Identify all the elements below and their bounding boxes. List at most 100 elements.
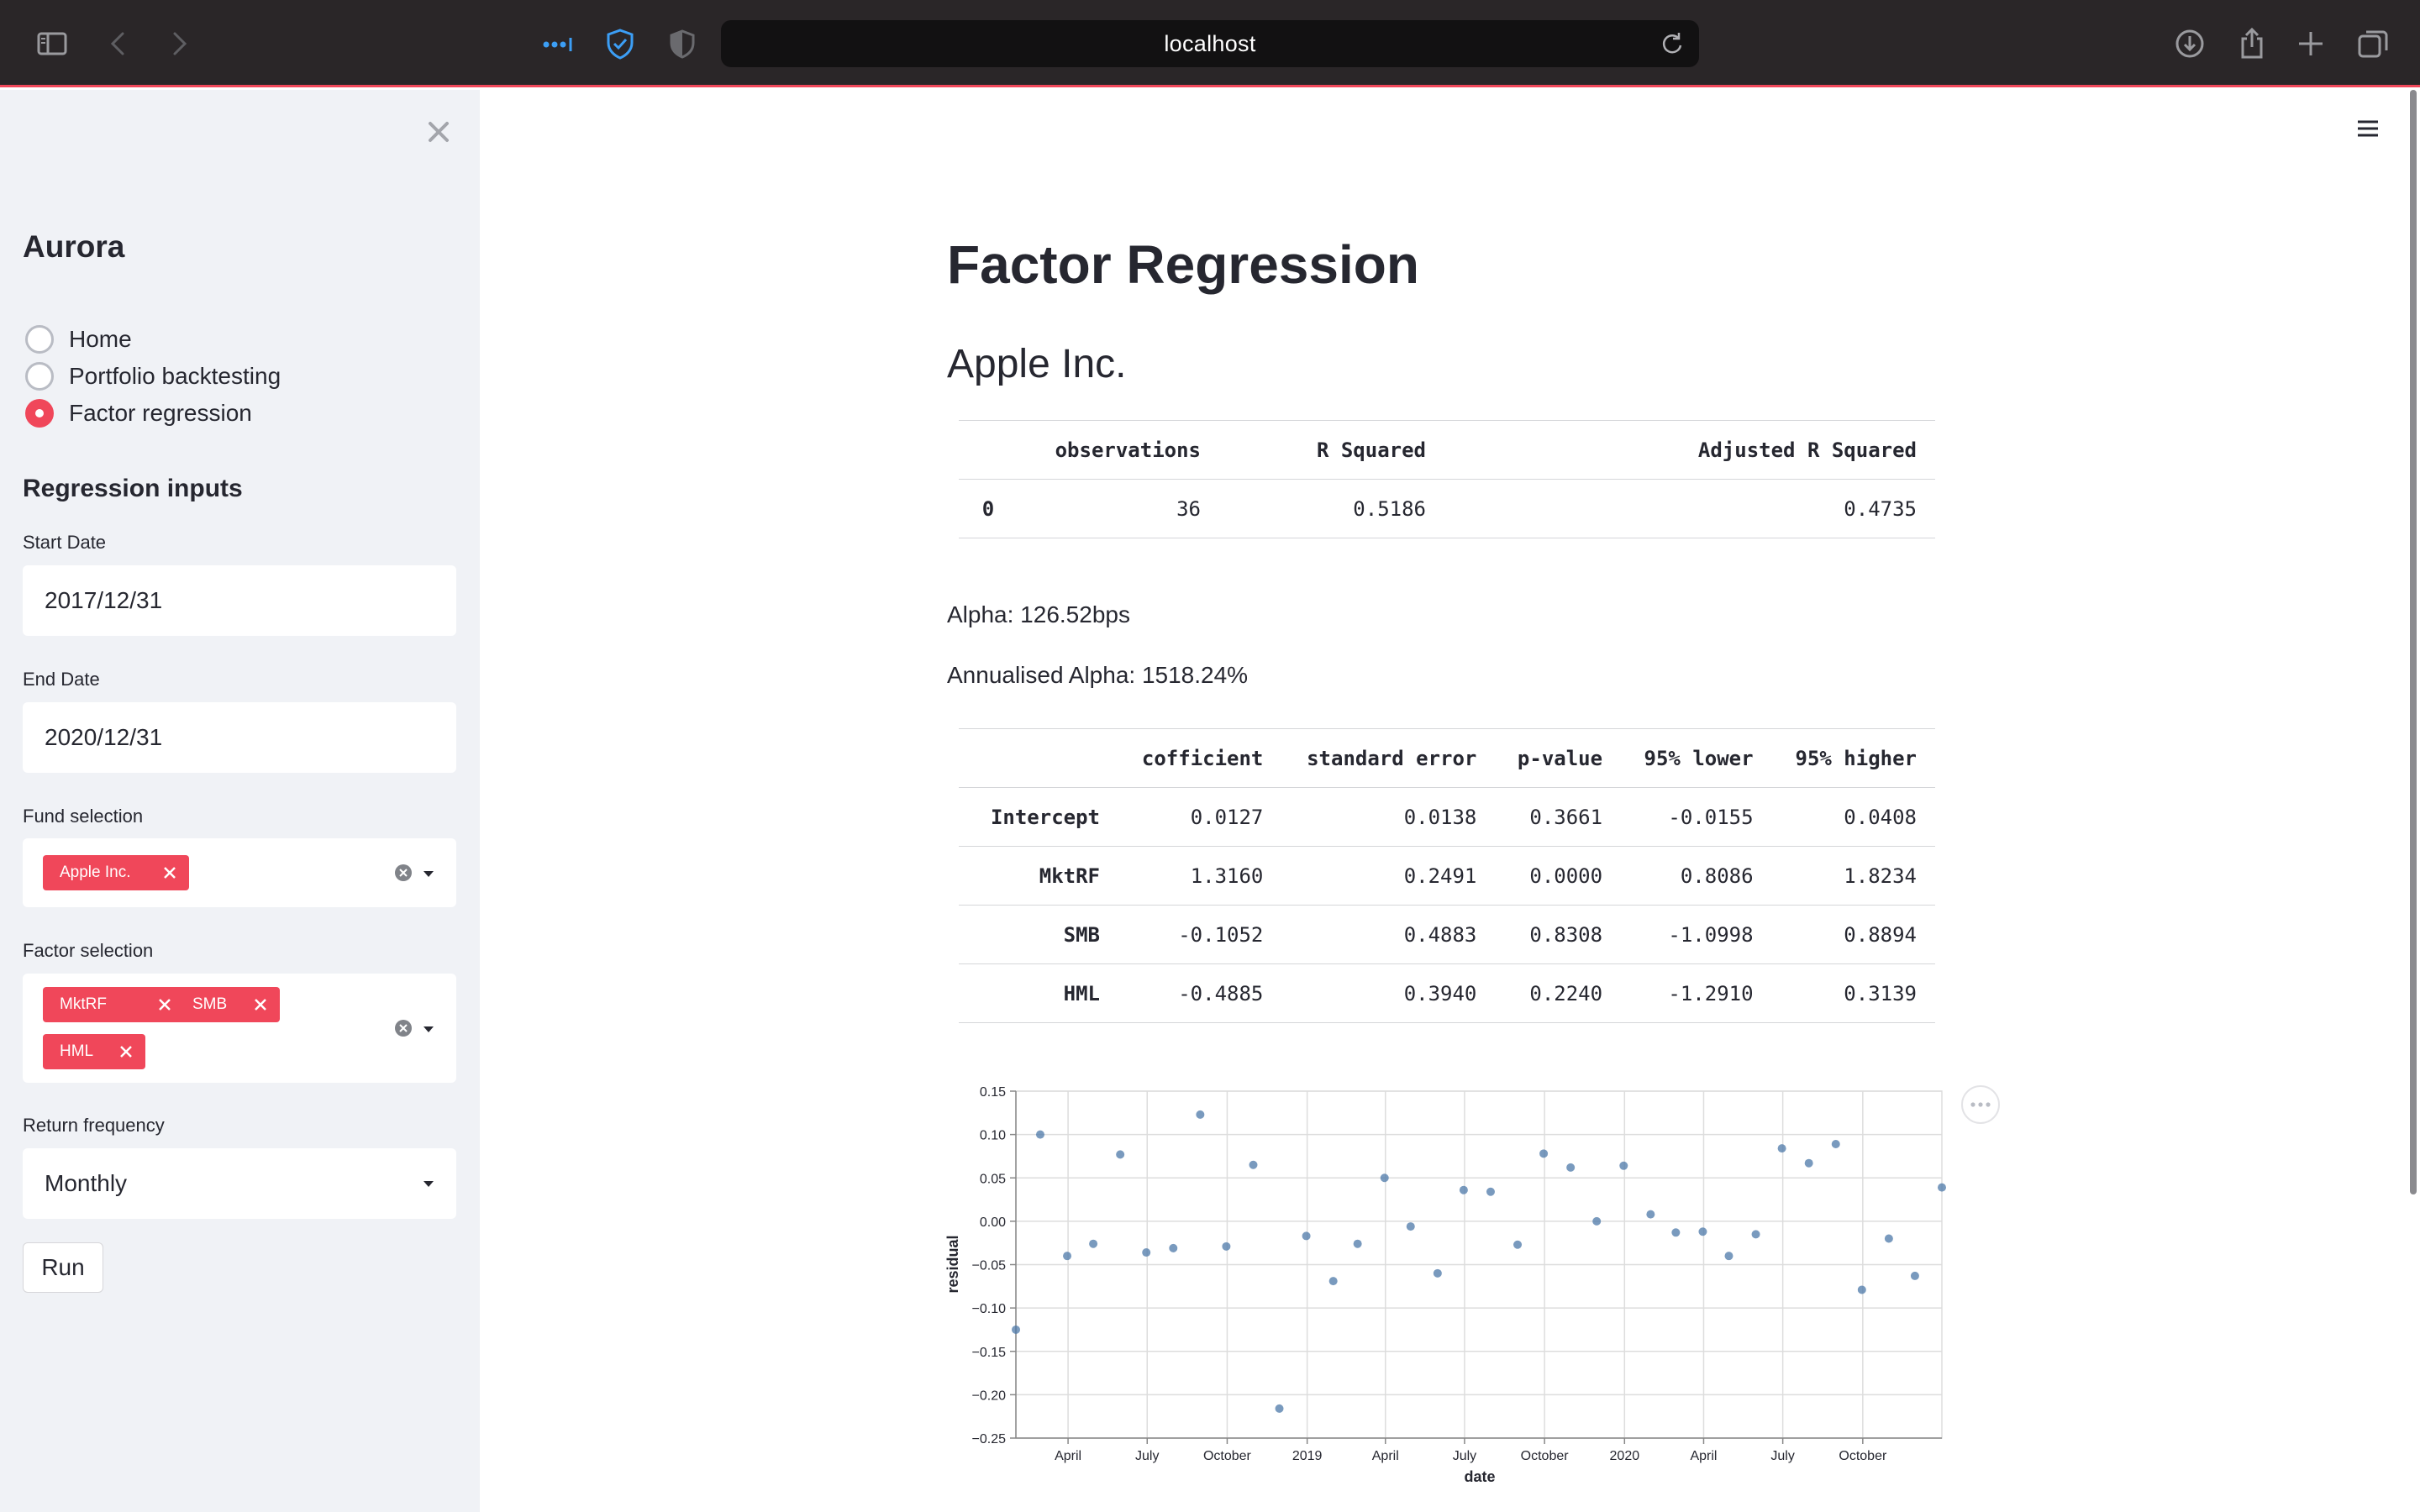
y-tick-label: −0.20 (972, 1389, 1007, 1403)
scatter-point (1724, 1252, 1733, 1261)
table-cell: -0.0155 (1621, 787, 1772, 847)
start-date-label: Start Date (23, 532, 107, 553)
table-cell: 0.8308 (1495, 905, 1622, 964)
back-icon[interactable] (103, 27, 136, 60)
fund-multiselect[interactable]: Apple Inc. (23, 838, 456, 907)
remove-tag-icon[interactable] (250, 994, 271, 1016)
hamburger-menu-icon[interactable] (2353, 115, 2383, 142)
scatter-point (1566, 1163, 1576, 1172)
table-column-header: observations (1018, 420, 1219, 480)
shield-check-icon[interactable] (603, 27, 637, 60)
address-bar[interactable]: localhost (721, 20, 1699, 67)
end-date-input[interactable]: 2020/12/31 (23, 702, 456, 773)
y-tick-label: −0.10 (972, 1302, 1007, 1316)
y-tick-label: 0.10 (980, 1129, 1006, 1143)
radio-button-icon[interactable] (25, 362, 54, 391)
table-row-index: SMB (959, 905, 1118, 964)
scatter-point (1196, 1110, 1205, 1119)
y-axis-label: residual (944, 1235, 961, 1293)
table-cell: -1.0998 (1621, 905, 1772, 964)
table-cell: 0.5186 (1219, 479, 1444, 538)
radio-button-selected-icon[interactable] (25, 399, 54, 428)
scatter-point (1619, 1161, 1628, 1170)
x-tick-label: October (1839, 1449, 1887, 1463)
scatter-point (1592, 1216, 1602, 1226)
new-tab-icon[interactable] (2294, 27, 2328, 60)
clear-all-icon[interactable] (394, 1019, 413, 1037)
table-column-header (959, 420, 1018, 480)
start-date-value: 2017/12/31 (45, 587, 163, 613)
nav-radio-factor-regression[interactable]: Factor regression (25, 396, 252, 430)
forward-icon[interactable] (161, 27, 195, 60)
chevron-down-icon[interactable] (421, 1024, 436, 1034)
privacy-shield-icon[interactable] (666, 27, 699, 60)
return-frequency-value: Monthly (45, 1170, 128, 1196)
table-column-header: standard error (1281, 728, 1496, 788)
reload-icon[interactable] (1657, 29, 1687, 59)
scatter-point (1486, 1187, 1495, 1196)
close-sidebar-icon[interactable] (422, 115, 455, 149)
table-column-header: 95% lower (1621, 728, 1772, 788)
nav-radio-portfolio-backtesting[interactable]: Portfolio backtesting (25, 360, 281, 393)
factor-selection-label: Factor selection (23, 940, 154, 961)
factor-tag: HML (43, 1034, 145, 1069)
table-column-header: Adjusted R Squared (1444, 420, 1935, 480)
return-frequency-select[interactable]: Monthly (23, 1148, 456, 1219)
scatter-point (1275, 1404, 1284, 1413)
y-tick-label: −0.05 (972, 1259, 1007, 1273)
url-text: localhost (1164, 30, 1256, 56)
table-cell: 0.3940 (1281, 963, 1496, 1023)
run-button[interactable]: Run (23, 1242, 103, 1293)
table-cell: -0.4885 (1118, 963, 1282, 1023)
fund-selection-label: Fund selection (23, 806, 144, 827)
regression-inputs-heading: Regression inputs (23, 475, 243, 502)
y-tick-label: 0.05 (980, 1172, 1006, 1186)
remove-tag-icon[interactable] (115, 1041, 137, 1063)
scatter-point (1646, 1210, 1655, 1219)
clear-all-icon[interactable] (394, 864, 413, 882)
table-cell: -0.1052 (1118, 905, 1282, 964)
scatter-point (1169, 1243, 1178, 1252)
share-icon[interactable] (2235, 27, 2269, 60)
tab-overview-icon[interactable] (2356, 27, 2390, 60)
radio-button-icon[interactable] (25, 325, 54, 354)
x-tick-label: July (1453, 1449, 1476, 1463)
scatter-point (1406, 1222, 1415, 1231)
x-axis-label: date (1464, 1468, 1495, 1485)
scatter-point (1063, 1252, 1072, 1261)
password-manager-icon[interactable] (541, 27, 575, 60)
scatter-point (1910, 1271, 1919, 1280)
table-row-index: MktRF (959, 846, 1118, 906)
table-cell: 0.0408 (1771, 787, 1935, 847)
remove-tag-icon[interactable] (154, 994, 176, 1016)
downloads-icon[interactable] (2173, 27, 2207, 60)
table-column-header (959, 728, 1118, 788)
annualised-alpha-text: Annualised Alpha: 1518.24% (947, 662, 1249, 688)
table-row-index: Intercept (959, 787, 1118, 847)
alpha-text: Alpha: 126.52bps (947, 601, 1130, 627)
table-row: SMB -0.1052 0.4883 0.8308 -1.0998 0.8894 (959, 905, 1935, 964)
chevron-down-icon[interactable] (421, 1179, 436, 1189)
remove-tag-icon[interactable] (159, 862, 181, 884)
table-cell: 0.0138 (1281, 787, 1496, 847)
x-tick-label: October (1203, 1449, 1252, 1463)
start-date-input[interactable]: 2017/12/31 (23, 565, 456, 636)
coefficients-table: cofficient standard error p-value 95% lo… (959, 728, 1935, 1023)
nav-radio-home[interactable]: Home (25, 323, 132, 356)
sidebar-toggle-icon[interactable] (35, 27, 69, 60)
factor-multiselect[interactable]: MktRF SMB HML (23, 974, 456, 1083)
scatter-point (1142, 1248, 1151, 1257)
nav-label-home: Home (69, 326, 132, 352)
table-row: HML -0.4885 0.3940 0.2240 -1.2910 0.3139 (959, 963, 1935, 1023)
y-tick-label: 0.15 (980, 1085, 1006, 1100)
scatter-point (1698, 1227, 1707, 1236)
chevron-down-icon[interactable] (421, 869, 436, 879)
table-row-index: HML (959, 963, 1118, 1023)
table-column-header: p-value (1495, 728, 1622, 788)
x-tick-label: July (1770, 1449, 1794, 1463)
scatter-point (1328, 1277, 1338, 1286)
scrollbar[interactable] (2410, 90, 2417, 1194)
table-cell: 1.8234 (1771, 846, 1935, 906)
end-date-value: 2020/12/31 (45, 724, 163, 750)
table-row: 0 36 0.5186 0.4735 (959, 479, 1935, 538)
